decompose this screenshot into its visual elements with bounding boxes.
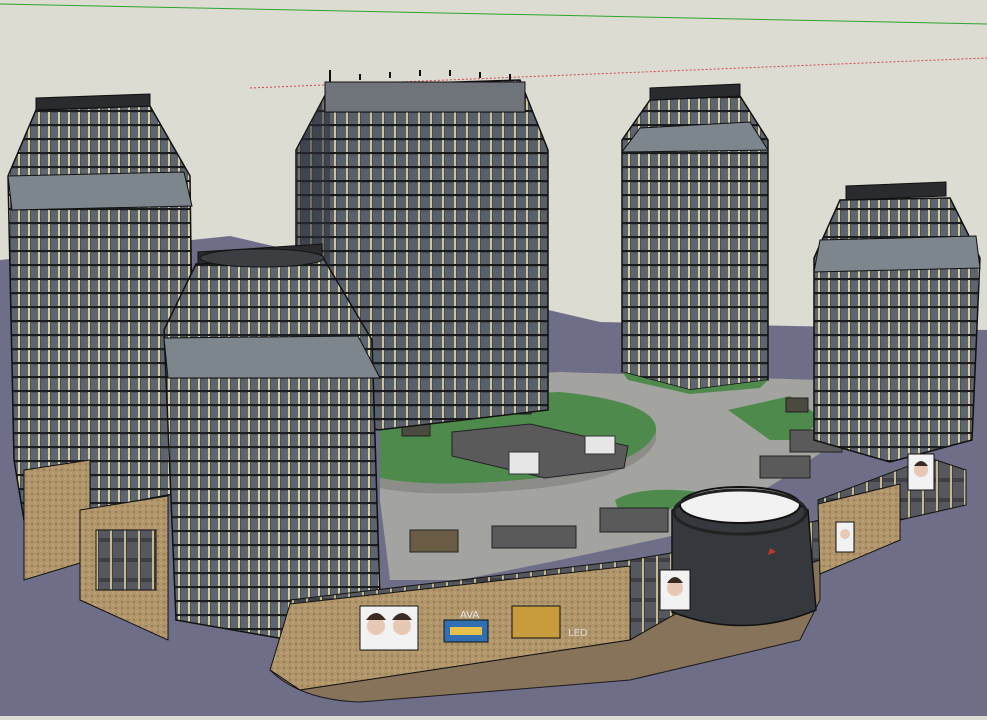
white-kiosk-1 bbox=[508, 451, 540, 475]
podium-sign-2: LED bbox=[568, 628, 588, 639]
billboard-right bbox=[907, 453, 935, 491]
billboard-left bbox=[359, 605, 419, 651]
shop-sign-gold bbox=[511, 605, 561, 639]
tower-right[interactable] bbox=[813, 181, 981, 463]
plaza-kiosk-4 bbox=[599, 507, 669, 533]
tower-front-left[interactable] bbox=[163, 243, 381, 641]
rotunda-atrium[interactable] bbox=[671, 486, 817, 627]
tower-back-right[interactable] bbox=[620, 83, 769, 394]
white-kiosk-2 bbox=[584, 435, 616, 455]
plaza-kiosk-3 bbox=[759, 455, 811, 479]
model-canvas[interactable]: AVA LED bbox=[0, 0, 987, 716]
plaza-kiosk-6 bbox=[409, 529, 459, 553]
billboard-center bbox=[659, 569, 691, 611]
billboard-small bbox=[835, 521, 855, 553]
plaza-canopy-3 bbox=[785, 397, 809, 413]
plaza-kiosk-5 bbox=[491, 525, 577, 549]
3d-model-viewport[interactable]: AVA LED bbox=[0, 0, 987, 716]
shop-sign-banner bbox=[450, 627, 482, 635]
podium-sign-1: AVA bbox=[460, 610, 479, 621]
